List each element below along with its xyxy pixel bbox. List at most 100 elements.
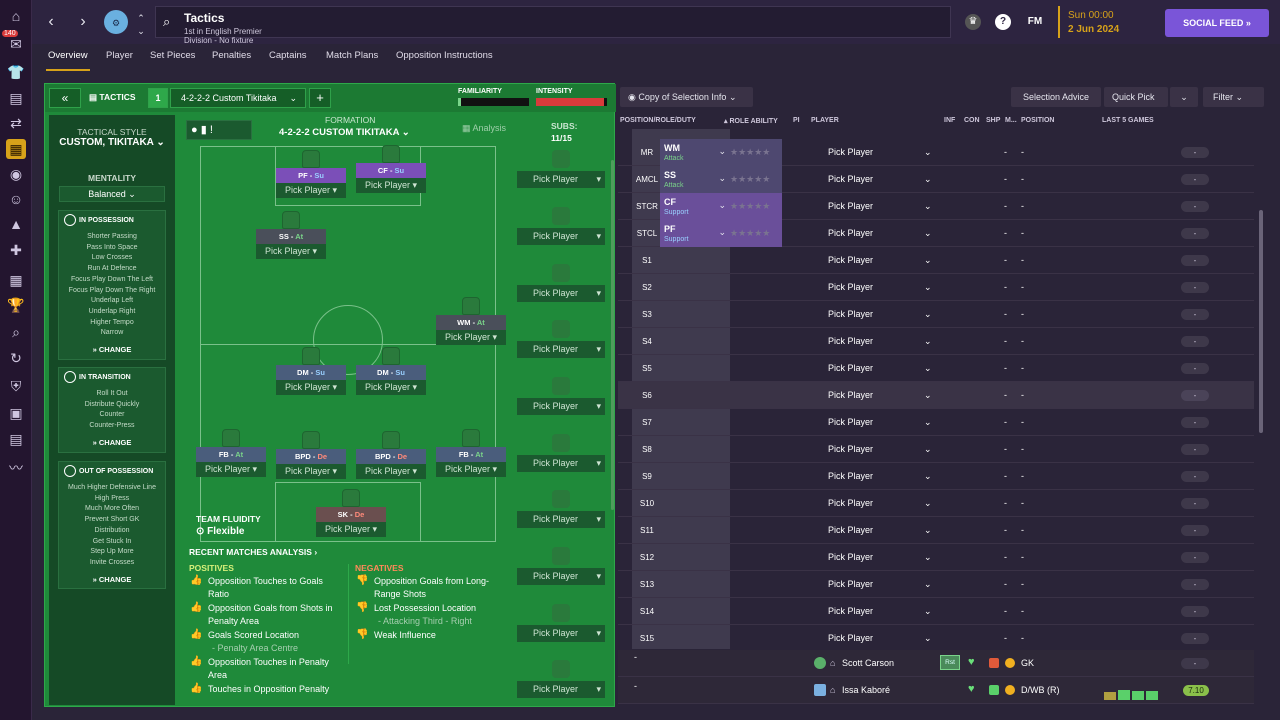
column-header[interactable]: POSITION — [1021, 117, 1054, 124]
table-row[interactable]: S1 Pick Player ⌄ - - - — [618, 247, 1254, 274]
slot-role[interactable]: BPD - De — [356, 449, 426, 464]
chevron-down-icon[interactable]: ⌄ — [924, 166, 932, 193]
chevron-down-icon[interactable]: ⌄ — [924, 436, 932, 463]
slot-wm[interactable]: WM - At Pick Player ▾ — [436, 297, 506, 345]
table-row[interactable]: S10 Pick Player ⌄ - - - — [618, 490, 1254, 517]
subs-scrollbar[interactable] — [611, 160, 614, 510]
pick-player-select[interactable]: Pick Player ▾ — [196, 462, 266, 477]
pick-player-select[interactable]: Pick Player ▾ — [517, 228, 605, 245]
pick-player-select[interactable]: Pick Player — [828, 193, 873, 220]
column-header[interactable]: PLAYER — [811, 117, 839, 124]
pick-player-select[interactable]: Pick Player — [828, 571, 873, 598]
club-badge-icon[interactable]: ⚙ — [104, 10, 128, 34]
back-button[interactable]: ‹ — [38, 9, 64, 35]
slot-role[interactable]: FB - At — [196, 447, 266, 462]
table-row[interactable]: S5 Pick Player ⌄ - - - — [618, 355, 1254, 382]
pick-player-select[interactable]: Pick Player — [828, 247, 873, 274]
slot-role[interactable]: SK - De — [316, 507, 386, 522]
data-hub-icon[interactable]: ◉ — [6, 164, 26, 184]
add-tactic-button[interactable]: + — [309, 88, 331, 108]
finances-icon[interactable]: ▣ — [6, 403, 26, 423]
table-row[interactable]: S14 Pick Player ⌄ - - - — [618, 598, 1254, 625]
tab-player[interactable]: Player — [106, 50, 133, 61]
player-view-icon[interactable]: ● — [191, 124, 198, 136]
pick-player-select[interactable]: Pick Player ▾ — [276, 464, 346, 479]
column-header[interactable]: CON — [964, 117, 980, 124]
table-row[interactable]: AMCL SS Attack ⌄ ★★★★★ Pick Player ⌄ - - - — [618, 166, 1254, 193]
pick-player-select[interactable]: Pick Player — [828, 220, 873, 247]
table-row[interactable]: S7 Pick Player ⌄ - - - — [618, 409, 1254, 436]
pick-player-select[interactable]: Pick Player ▾ — [517, 398, 605, 415]
sub-slot[interactable]: Pick Player ▾ — [517, 320, 605, 358]
dev-centre-icon[interactable]: ▤ — [6, 429, 26, 449]
pick-player-select[interactable]: Pick Player ▾ — [316, 522, 386, 537]
role-select[interactable]: PF Support ⌄ — [660, 220, 730, 247]
pick-player-select[interactable]: Pick Player ▾ — [517, 568, 605, 585]
slot-cf[interactable]: CF - Su Pick Player ▾ — [356, 145, 426, 193]
dynamics-icon[interactable]: ▤ — [6, 88, 26, 108]
staff-icon[interactable]: ☺ — [6, 189, 26, 209]
chevron-down-icon[interactable]: ⌄ — [924, 247, 932, 274]
pick-player-select[interactable]: Pick Player ▾ — [517, 285, 605, 302]
page-title-bar[interactable]: ⌕ Tactics 1st in English Premier Divisio… — [155, 6, 951, 54]
slot-dm-right[interactable]: DM - Su Pick Player ▾ — [356, 347, 426, 395]
player-row[interactable]: - ⌂ Issa Kaboré ♥ D/WB (R) 7.10 — [618, 677, 1254, 704]
in-transition-box[interactable]: IN TRANSITION Roll It Out Distribute Qui… — [58, 367, 166, 453]
pick-player-select[interactable]: Pick Player ▾ — [517, 171, 605, 188]
slot-fb-right[interactable]: FB - At Pick Player ▾ — [436, 429, 506, 477]
column-header[interactable]: PI — [793, 117, 800, 124]
chevron-down-icon[interactable]: ⌄ — [924, 274, 932, 301]
recent-matches-analysis-link[interactable]: RECENT MATCHES ANALYSIS › — [189, 547, 317, 557]
sub-slot[interactable]: Pick Player ▾ — [517, 434, 605, 472]
tab-match-plans[interactable]: Match Plans — [326, 50, 378, 61]
chevron-down-icon[interactable]: ⌄ — [924, 625, 932, 652]
pick-player-select[interactable]: Pick Player ▾ — [276, 380, 346, 395]
inbox-icon[interactable]: ✉ — [6, 34, 26, 54]
stats-view-icon[interactable]: ▮ — [201, 124, 207, 136]
chevron-down-icon[interactable]: ⌄ — [924, 517, 932, 544]
slot-bpd-left[interactable]: BPD - De Pick Player ▾ — [276, 431, 346, 479]
copy-selection-info-button[interactable]: ◉ Copy of Selection Info ⌄ — [620, 87, 753, 107]
social-feed-button[interactable]: SOCIAL FEED » — [1165, 9, 1269, 37]
tactic-slot-number[interactable]: 1 — [148, 88, 168, 108]
sub-slot[interactable]: Pick Player ▾ — [517, 490, 605, 528]
sub-slot[interactable]: Pick Player ▾ — [517, 264, 605, 302]
role-select[interactable]: CF Support ⌄ — [660, 193, 730, 220]
role-select[interactable]: SS Attack ⌄ — [660, 166, 730, 193]
pick-player-select[interactable]: Pick Player — [828, 463, 873, 490]
pick-player-select[interactable]: Pick Player ▾ — [256, 244, 326, 259]
table-scrollbar[interactable] — [1259, 210, 1263, 433]
tactic-select[interactable]: 4-2-2-2 Custom Tikitaka ⌄ — [170, 88, 306, 108]
tab-penalties[interactable]: Penalties — [212, 50, 251, 61]
role-select[interactable]: WM Attack ⌄ — [660, 139, 730, 166]
chevron-down-icon[interactable]: ⌄ — [924, 544, 932, 571]
table-row[interactable]: S15 Pick Player ⌄ - - - — [618, 625, 1254, 652]
tab-overview[interactable]: Overview — [46, 50, 90, 71]
slot-fb-left[interactable]: FB - At Pick Player ▾ — [196, 429, 266, 477]
slot-role[interactable]: FB - At — [436, 447, 506, 462]
tactics-icon[interactable]: ▦ — [6, 139, 26, 159]
sub-slot[interactable]: Pick Player ▾ — [517, 604, 605, 642]
filter-button[interactable]: Filter ⌄ — [1203, 87, 1264, 107]
training-icon[interactable]: ▲ — [6, 214, 26, 234]
chevron-down-icon[interactable]: ⌄ — [924, 598, 932, 625]
pick-player-select[interactable]: Pick Player — [828, 517, 873, 544]
help-icon[interactable]: ? — [995, 14, 1011, 30]
pick-player-select[interactable]: Pick Player — [828, 328, 873, 355]
slot-role[interactable]: CF - Su — [356, 163, 426, 178]
pick-player-select[interactable]: Pick Player ▾ — [436, 462, 506, 477]
pick-player-select[interactable]: Pick Player — [828, 355, 873, 382]
pick-player-select[interactable]: Pick Player — [828, 166, 873, 193]
pick-player-select[interactable]: Pick Player — [828, 598, 873, 625]
table-row[interactable]: S12 Pick Player ⌄ - - - — [618, 544, 1254, 571]
pick-player-select[interactable]: Pick Player — [828, 139, 873, 166]
table-row[interactable]: S9 Pick Player ⌄ - - - — [618, 463, 1254, 490]
table-row[interactable]: MR WM Attack ⌄ ★★★★★ Pick Player ⌄ - - - — [618, 139, 1254, 166]
squad-icon[interactable]: 👕 — [6, 62, 26, 82]
pick-player-select[interactable]: Pick Player ▾ — [517, 625, 605, 642]
pick-player-select[interactable]: Pick Player — [828, 301, 873, 328]
slot-role[interactable]: DM - Su — [276, 365, 346, 380]
collapse-button[interactable]: « — [49, 88, 81, 108]
pick-player-select[interactable]: Pick Player — [828, 490, 873, 517]
sub-slot[interactable]: Pick Player ▾ — [517, 377, 605, 415]
